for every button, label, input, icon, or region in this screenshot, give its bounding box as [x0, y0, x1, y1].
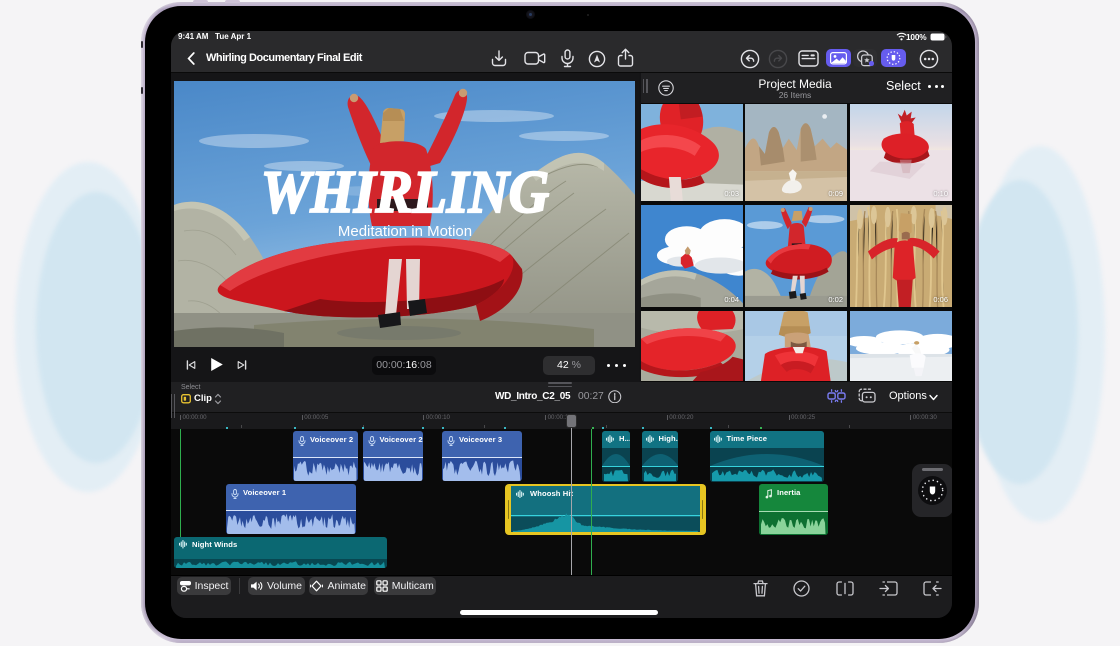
svg-text:Meditation in Motion: Meditation in Motion — [338, 223, 472, 240]
svg-text:WHIRLING: WHIRLING — [261, 159, 549, 225]
